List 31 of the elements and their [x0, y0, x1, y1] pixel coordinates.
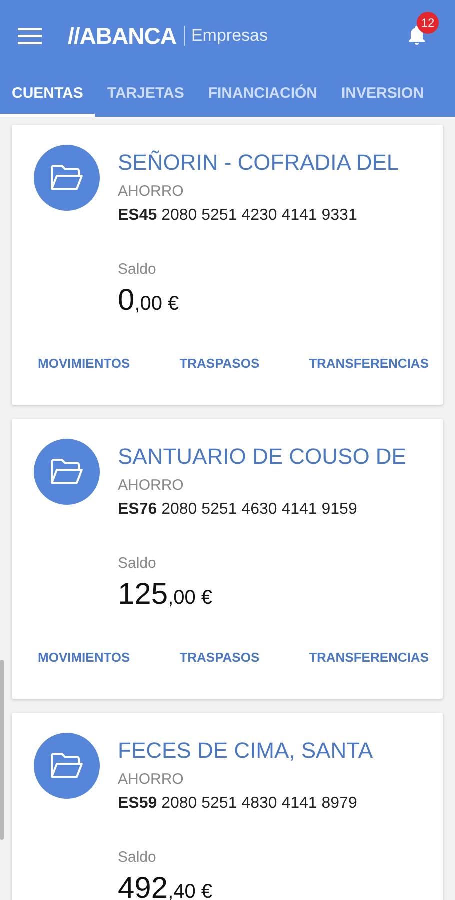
account-type: AHORRO — [118, 183, 185, 200]
account-iban: ES59 2080 5251 4830 4141 8979 — [118, 795, 358, 813]
action-link[interactable]: MOVIMIENTOS — [38, 356, 130, 371]
account-name[interactable]: SANTUARIO DE COUSO DE — [118, 444, 406, 470]
balance-label: Saldo — [118, 849, 158, 866]
balance-amount: 0,00 € — [118, 284, 180, 318]
balance-label: Saldo — [118, 261, 158, 278]
action-link[interactable]: TRASPASOS — [180, 650, 260, 665]
balance-label: Saldo — [118, 555, 158, 572]
balance-amount: 125,00 € — [118, 578, 214, 612]
action-link[interactable]: MOVIMIENTOS — [38, 650, 130, 665]
tab[interactable]: TARJETAS — [95, 72, 196, 117]
folder-icon — [50, 458, 84, 486]
menu-icon[interactable] — [18, 27, 42, 45]
account-type: AHORRO — [118, 477, 185, 494]
tab[interactable]: FINANCIACIÓN — [196, 72, 330, 117]
tab[interactable]: CUENTAS — [0, 72, 96, 117]
account-name[interactable]: SEÑORIN - COFRADIA DEL — [118, 150, 400, 176]
account-type: AHORRO — [118, 771, 185, 788]
account-name[interactable]: FECES DE CIMA, SANTA — [118, 738, 374, 764]
folder-icon — [50, 752, 84, 780]
action-link[interactable]: TRASPASOS — [180, 356, 260, 371]
account-iban: ES76 2080 5251 4630 4141 9159 — [118, 501, 358, 519]
brand-logo: //ABANCA — [68, 22, 176, 50]
action-link[interactable]: TRANSFERENCIAS — [309, 650, 429, 665]
tab[interactable]: INVERSION — [330, 72, 436, 117]
action-link[interactable]: TRANSFERENCIAS — [309, 356, 429, 371]
notification-count: 12 — [417, 12, 439, 34]
folder-icon — [50, 164, 84, 192]
account-iban: ES45 2080 5251 4230 4141 9331 — [118, 207, 358, 225]
section-label: Empresas — [191, 26, 268, 46]
